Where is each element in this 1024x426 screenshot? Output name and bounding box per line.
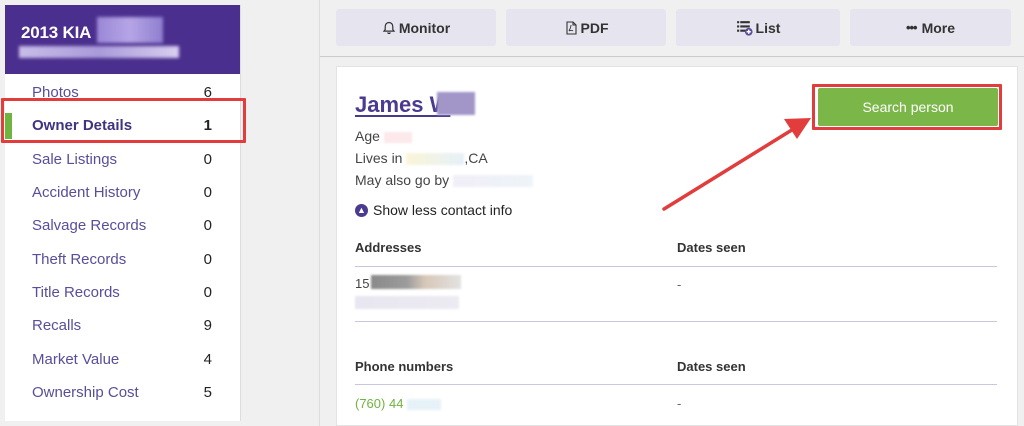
sidebar-item-count: 0 [203,150,212,168]
redacted-address-line-2 [355,296,459,309]
sidebar-item-label: Sale Listings [32,150,118,168]
aka-label: May also go by [355,172,450,188]
age-line: Age [355,128,412,144]
add-to-list-icon [736,21,753,36]
more-label: More [921,19,956,36]
sidebar-item-count: 9 [203,317,212,335]
sidebar-item-count: 0 [203,184,212,202]
redacted-vehicle-vin [19,46,179,58]
sidebar-item-count: 4 [203,350,212,368]
sidebar-item-count: 5 [203,383,212,401]
sidebar-item-label: Accident History [32,184,141,202]
sidebar-item-recalls[interactable]: Recalls 9 [5,309,240,342]
address-dates-seen: - [677,277,682,292]
sidebar-item-sale-listings[interactable]: Sale Listings 0 [5,143,240,176]
vehicle-header: 2013 KIA [5,5,240,74]
aka-line: May also go by [355,172,534,188]
address-row: 15 [355,276,369,291]
lives-in-label: Lives in [355,150,403,166]
age-label: Age [355,128,380,144]
more-button[interactable]: ••• More [850,9,1011,46]
sidebar-item-theft-records[interactable]: Theft Records 0 [5,242,240,275]
sidebar-item-salvage-records[interactable]: Salvage Records 0 [5,209,240,242]
sidebar-item-label: Title Records [32,283,120,301]
phone-dates-seen: - [677,396,682,411]
sidebar-item-label: Theft Records [32,250,127,268]
redacted-age [383,131,412,143]
pdf-label: PDF [580,19,609,36]
phones-header-rule [355,384,997,385]
owner-details-highlight-box [1,98,246,143]
redacted-phone [407,399,442,411]
sidebar-item-label: Recalls [32,317,82,335]
addresses-dates-header: Dates seen [677,240,746,255]
phone-prefix: (760) 44 [355,396,404,411]
addresses-header: Addresses [355,240,422,255]
search-person-highlight-box [812,84,1002,130]
column-divider [319,0,320,426]
phones-header: Phone numbers [355,359,454,374]
monitor-button[interactable]: Monitor [336,9,496,46]
toolbar-separator [320,56,1024,57]
lives-in-line: Lives in ,CA [355,150,488,166]
report-sidebar: 2013 KIA Photos 6 Owner Details 1 Sale L… [5,5,241,421]
more-dots-icon: ••• [905,19,918,35]
lives-in-state: ,CA [464,150,488,166]
sidebar-item-count: 0 [203,283,212,301]
sidebar-item-ownership-cost[interactable]: Ownership Cost 5 [5,376,240,409]
pdf-button[interactable]: PDF [506,9,666,46]
redacted-vehicle-model [97,17,163,43]
toggle-contact-info[interactable]: ▲ Show less contact info [355,202,512,218]
list-button[interactable]: List [676,9,840,46]
bell-icon [382,21,396,34]
redacted-city [406,153,465,166]
addresses-header-rule [355,266,997,267]
phone-row[interactable]: (760) 44 [355,396,442,411]
redacted-surname [437,92,475,115]
sidebar-item-label: Salvage Records [32,217,147,235]
redacted-aliases [453,175,534,188]
sidebar-item-count: 0 [203,217,212,235]
redacted-address-line-1 [371,275,461,289]
addresses-row-rule [355,321,997,322]
list-label: List [755,19,781,36]
toggle-contact-info-label: Show less contact info [373,202,513,218]
pdf-file-icon [565,20,577,35]
sidebar-item-label: Market Value [32,350,120,368]
monitor-label: Monitor [398,19,451,36]
sidebar-item-count: 0 [203,250,212,268]
sidebar-item-market-value[interactable]: Market Value 4 [5,342,240,375]
sidebar-item-label: Ownership Cost [32,383,139,401]
address-prefix: 15 [355,276,370,291]
sidebar-item-accident-history[interactable]: Accident History 0 [5,176,240,209]
sidebar-item-title-records[interactable]: Title Records 0 [5,276,240,309]
chevron-up-icon: ▲ [355,203,368,217]
phones-dates-header: Dates seen [677,359,746,374]
